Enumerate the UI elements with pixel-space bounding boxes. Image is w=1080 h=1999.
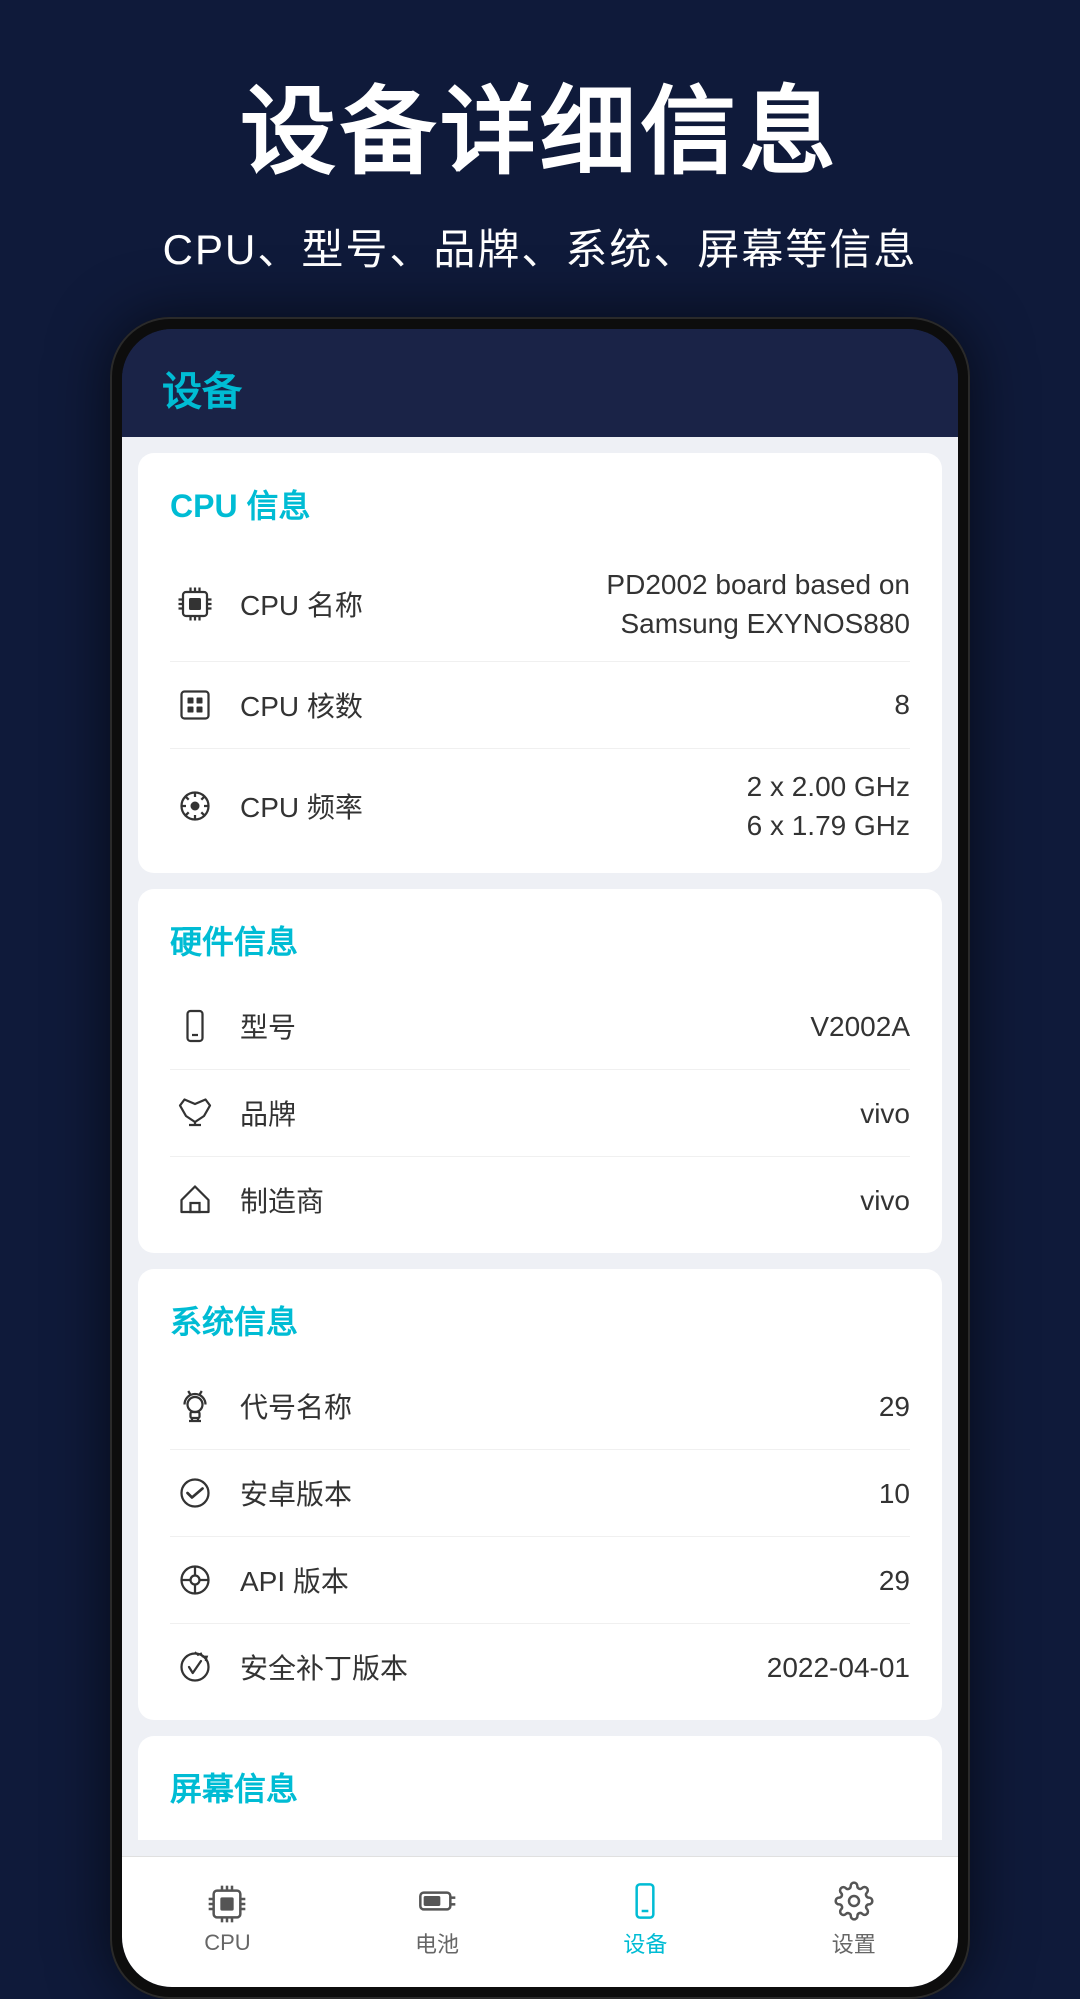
device-nav-icon — [625, 1881, 665, 1921]
android-version-icon — [170, 1468, 220, 1518]
cpu-freq-value: 2 x 2.00 GHz6 x 1.79 GHz — [747, 767, 910, 845]
android-version-label: 安卓版本 — [240, 1473, 879, 1513]
brand-icon — [170, 1088, 220, 1138]
cpu-freq-row: CPU 频率 2 x 2.00 GHz6 x 1.79 GHz — [170, 749, 910, 845]
codename-value: 29 — [879, 1387, 910, 1426]
phone-mockup-container: 设备 CPU 信息 — [0, 317, 1080, 1999]
cpu-nav-icon — [207, 1884, 247, 1924]
android-version-value: 10 — [879, 1474, 910, 1513]
cpu-freq-icon — [170, 781, 220, 831]
app-topbar: 设备 — [122, 329, 958, 437]
app-topbar-title: 设备 — [162, 359, 918, 417]
cpu-section-title: CPU 信息 — [170, 481, 910, 527]
manufacturer-row: 制造商 vivo — [170, 1157, 910, 1225]
model-icon — [170, 1001, 220, 1051]
api-version-row: API 版本 29 — [170, 1537, 910, 1624]
cpu-name-row: CPU 名称 PD2002 board based on Samsung EXY… — [170, 547, 910, 662]
security-patch-icon — [170, 1642, 220, 1692]
phone-screen: 设备 CPU 信息 — [122, 329, 958, 1988]
nav-settings-label: 设置 — [832, 1927, 876, 1959]
hardware-section-title: 硬件信息 — [170, 917, 910, 963]
page-subtitle: CPU、型号、品牌、系统、屏幕等信息 — [60, 216, 1020, 277]
settings-nav-icon — [834, 1881, 874, 1921]
nav-item-settings[interactable]: 设置 — [812, 1873, 896, 1967]
phone-mockup: 设备 CPU 信息 — [110, 317, 970, 1999]
system-section-title: 系统信息 — [170, 1297, 910, 1343]
manufacturer-icon — [170, 1175, 220, 1225]
security-patch-label: 安全补丁版本 — [240, 1647, 767, 1687]
page-header: 设备详细信息 CPU、型号、品牌、系统、屏幕等信息 — [0, 0, 1080, 317]
nav-cpu-label: CPU — [204, 1930, 250, 1956]
cpu-name-icon — [170, 579, 220, 629]
page-title: 设备详细信息 — [60, 80, 1020, 186]
codename-row: 代号名称 29 — [170, 1363, 910, 1450]
brand-value: vivo — [860, 1094, 910, 1133]
security-patch-value: 2022-04-01 — [767, 1648, 910, 1687]
model-label: 型号 — [240, 1006, 810, 1046]
hardware-info-card: 硬件信息 型号 V2002A — [138, 889, 942, 1253]
brand-label: 品牌 — [240, 1093, 860, 1133]
codename-label: 代号名称 — [240, 1386, 879, 1426]
cpu-cores-value: 8 — [894, 685, 910, 724]
screen-section-title: 屏幕信息 — [170, 1764, 910, 1810]
cpu-name-label: CPU 名称 — [240, 584, 530, 624]
cpu-freq-label: CPU 频率 — [240, 786, 747, 826]
api-version-label: API 版本 — [240, 1560, 879, 1600]
cpu-cores-label: CPU 核数 — [240, 685, 894, 725]
cpu-name-value: PD2002 board based on Samsung EXYNOS880 — [530, 565, 910, 643]
nav-item-battery[interactable]: 电池 — [395, 1873, 479, 1967]
model-value: V2002A — [810, 1007, 910, 1046]
security-patch-row: 安全补丁版本 2022-04-01 — [170, 1624, 910, 1692]
nav-item-cpu[interactable]: CPU — [184, 1876, 270, 1964]
system-info-card: 系统信息 — [138, 1269, 942, 1720]
codename-icon — [170, 1381, 220, 1431]
bottom-nav: CPU 电池 设备 — [122, 1856, 958, 1987]
model-row: 型号 V2002A — [170, 983, 910, 1070]
battery-nav-icon — [417, 1881, 457, 1921]
android-version-row: 安卓版本 10 — [170, 1450, 910, 1537]
nav-item-device[interactable]: 设备 — [603, 1873, 687, 1967]
nav-device-label: 设备 — [623, 1927, 667, 1959]
app-content: CPU 信息 — [122, 437, 958, 1857]
nav-battery-label: 电池 — [415, 1927, 459, 1959]
screen-info-card-partial: 屏幕信息 — [138, 1736, 942, 1840]
api-version-icon — [170, 1555, 220, 1605]
cpu-info-card: CPU 信息 — [138, 453, 942, 874]
brand-row: 品牌 vivo — [170, 1070, 910, 1157]
api-version-value: 29 — [879, 1561, 910, 1600]
manufacturer-value: vivo — [860, 1181, 910, 1220]
cpu-cores-icon — [170, 680, 220, 730]
manufacturer-label: 制造商 — [240, 1180, 860, 1220]
cpu-cores-row: CPU 核数 8 — [170, 662, 910, 749]
